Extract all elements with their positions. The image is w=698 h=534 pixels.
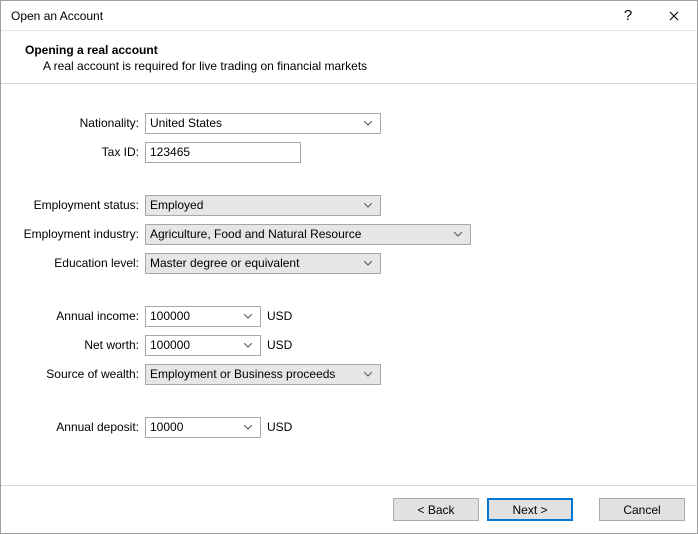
annual-income-value: 100000	[150, 309, 240, 323]
next-button[interactable]: Next >	[487, 498, 573, 521]
label-tax-id: Tax ID:	[21, 145, 145, 159]
titlebar: Open an Account ?	[1, 1, 697, 31]
label-education-level: Education level:	[21, 256, 145, 270]
close-button[interactable]	[651, 1, 697, 31]
help-icon: ?	[624, 7, 632, 24]
window-title: Open an Account	[11, 9, 605, 23]
employment-status-value: Employed	[150, 198, 360, 212]
tax-id-input[interactable]	[150, 143, 296, 162]
annual-deposit-select[interactable]: 10000	[145, 417, 261, 438]
header: Opening a real account A real account is…	[1, 31, 697, 84]
annual-deposit-currency: USD	[267, 420, 292, 434]
education-level-value: Master degree or equivalent	[150, 256, 360, 270]
employment-status-select[interactable]: Employed	[145, 195, 381, 216]
help-button[interactable]: ?	[605, 1, 651, 31]
label-employment-status: Employment status:	[21, 198, 145, 212]
chevron-down-icon	[240, 425, 256, 430]
net-worth-select[interactable]: 100000	[145, 335, 261, 356]
chevron-down-icon	[360, 372, 376, 377]
cancel-button[interactable]: Cancel	[599, 498, 685, 521]
back-button[interactable]: < Back	[393, 498, 479, 521]
label-net-worth: Net worth:	[21, 338, 145, 352]
net-worth-value: 100000	[150, 338, 240, 352]
annual-income-currency: USD	[267, 309, 292, 323]
label-nationality: Nationality:	[21, 116, 145, 130]
annual-income-select[interactable]: 100000	[145, 306, 261, 327]
net-worth-currency: USD	[267, 338, 292, 352]
close-icon	[669, 11, 679, 21]
dialog-open-account: Open an Account ? Opening a real account…	[0, 0, 698, 534]
chevron-down-icon	[240, 314, 256, 319]
source-of-wealth-select[interactable]: Employment or Business proceeds	[145, 364, 381, 385]
chevron-down-icon	[240, 343, 256, 348]
chevron-down-icon	[360, 261, 376, 266]
annual-deposit-value: 10000	[150, 420, 240, 434]
employment-industry-value: Agriculture, Food and Natural Resource	[150, 227, 450, 241]
education-level-select[interactable]: Master degree or equivalent	[145, 253, 381, 274]
label-source-of-wealth: Source of wealth:	[21, 367, 145, 381]
chevron-down-icon	[360, 203, 376, 208]
chevron-down-icon	[360, 121, 376, 126]
header-title: Opening a real account	[25, 43, 687, 57]
footer: < Back Next > Cancel	[1, 485, 697, 533]
label-employment-industry: Employment industry:	[21, 227, 145, 241]
form-body: Nationality: United States Tax ID: Emplo…	[1, 84, 697, 485]
header-subtitle: A real account is required for live trad…	[25, 59, 687, 73]
source-of-wealth-value: Employment or Business proceeds	[150, 367, 360, 381]
nationality-select[interactable]: United States	[145, 113, 381, 134]
chevron-down-icon	[450, 232, 466, 237]
tax-id-field[interactable]	[145, 142, 301, 163]
nationality-value: United States	[150, 116, 360, 130]
employment-industry-select[interactable]: Agriculture, Food and Natural Resource	[145, 224, 471, 245]
label-annual-income: Annual income:	[21, 309, 145, 323]
label-annual-deposit: Annual deposit:	[21, 420, 145, 434]
